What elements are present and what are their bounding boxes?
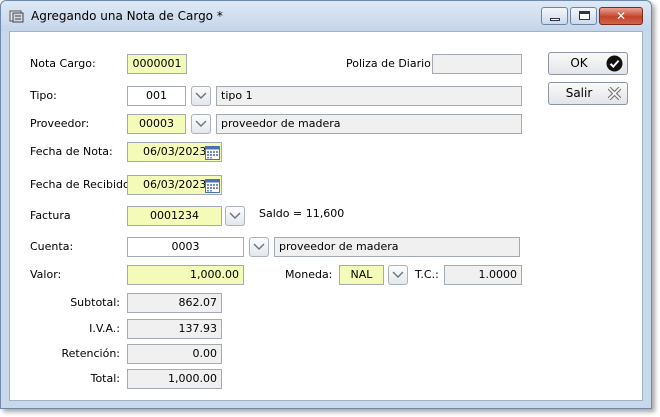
ok-button[interactable]: OK: [548, 52, 628, 75]
nota-cargo-field[interactable]: 0000001: [127, 54, 187, 74]
exit-icon: [608, 87, 621, 100]
subtotal-field: 862.07: [127, 293, 222, 313]
fecha-nota-field[interactable]: 06/03/2023: [127, 142, 222, 162]
title-bar[interactable]: Agregando una Nota de Cargo * ✕: [1, 1, 651, 31]
tc-field[interactable]: 1.0000: [444, 265, 522, 285]
poliza-field[interactable]: [432, 54, 522, 74]
dialog-window: Agregando una Nota de Cargo * ✕ Nota Car…: [0, 0, 652, 409]
valor-label: Valor:: [30, 268, 62, 281]
total-label: Total:: [90, 372, 120, 385]
proveedor-code-field[interactable]: 00003: [127, 114, 186, 134]
minimize-icon: [550, 18, 560, 21]
fecha-nota-label: Fecha de Nota:: [30, 145, 113, 158]
form-area: Nota Cargo: 0000001 Poliza de Diario: Ti…: [9, 31, 643, 401]
tipo-dropdown-button[interactable]: [191, 86, 211, 106]
factura-field[interactable]: 0001234: [127, 206, 222, 226]
app-icon: [9, 10, 24, 23]
moneda-field[interactable]: NAL: [339, 265, 384, 285]
fecha-recibido-field[interactable]: 06/03/2023: [127, 175, 222, 195]
subtotal-label: Subtotal:: [70, 296, 120, 309]
calendar-icon[interactable]: [205, 178, 220, 193]
close-button[interactable]: ✕: [599, 7, 643, 25]
proveedor-label: Proveedor:: [30, 117, 90, 130]
retencion-label: Retención:: [61, 347, 120, 360]
iva-label: I.V.A.:: [89, 322, 120, 335]
ok-button-label: OK: [570, 56, 588, 70]
checkmark-icon: [606, 55, 623, 72]
valor-field[interactable]: 1,000.00: [127, 265, 244, 285]
cuenta-code-field[interactable]: 0003: [127, 237, 244, 257]
factura-label: Factura: [30, 209, 71, 222]
fecha-nota-value: 06/03/2023: [143, 145, 207, 158]
chevron-down-icon: [195, 92, 207, 99]
chevron-down-icon: [392, 271, 404, 278]
tipo-label: Tipo:: [30, 89, 57, 102]
window-title: Agregando una Nota de Cargo *: [31, 9, 223, 23]
iva-field: 137.93: [127, 319, 222, 339]
fecha-recibido-label: Fecha de Recibido:: [30, 178, 134, 191]
tipo-code-field[interactable]: 001: [127, 86, 186, 106]
total-field: 1,000.00: [127, 369, 222, 389]
minimize-button[interactable]: [541, 7, 568, 25]
maximize-icon: [579, 11, 590, 20]
tipo-desc-field: tipo 1: [216, 86, 522, 106]
moneda-label: Moneda:: [285, 268, 333, 281]
tc-label: T.C.:: [415, 268, 439, 281]
cuenta-dropdown-button[interactable]: [249, 237, 269, 257]
saldo-text: Saldo = 11,600: [259, 207, 345, 220]
moneda-dropdown-button[interactable]: [388, 265, 408, 285]
salir-button[interactable]: Salir: [548, 82, 628, 105]
chevron-down-icon: [229, 212, 241, 219]
proveedor-desc-field: proveedor de madera: [216, 114, 522, 134]
calendar-icon[interactable]: [205, 145, 220, 160]
poliza-label: Poliza de Diario:: [346, 57, 435, 70]
fecha-recibido-value: 06/03/2023: [143, 178, 207, 191]
nota-cargo-label: Nota Cargo:: [30, 57, 96, 70]
maximize-button[interactable]: [570, 7, 597, 25]
cuenta-label: Cuenta:: [30, 240, 74, 253]
chevron-down-icon: [253, 243, 265, 250]
chevron-down-icon: [195, 120, 207, 127]
retencion-field: 0.00: [127, 344, 222, 364]
close-icon: ✕: [615, 9, 627, 23]
factura-dropdown-button[interactable]: [225, 206, 245, 226]
cuenta-desc-field: proveedor de madera: [274, 237, 520, 257]
salir-button-label: Salir: [565, 86, 593, 100]
proveedor-dropdown-button[interactable]: [191, 114, 211, 134]
